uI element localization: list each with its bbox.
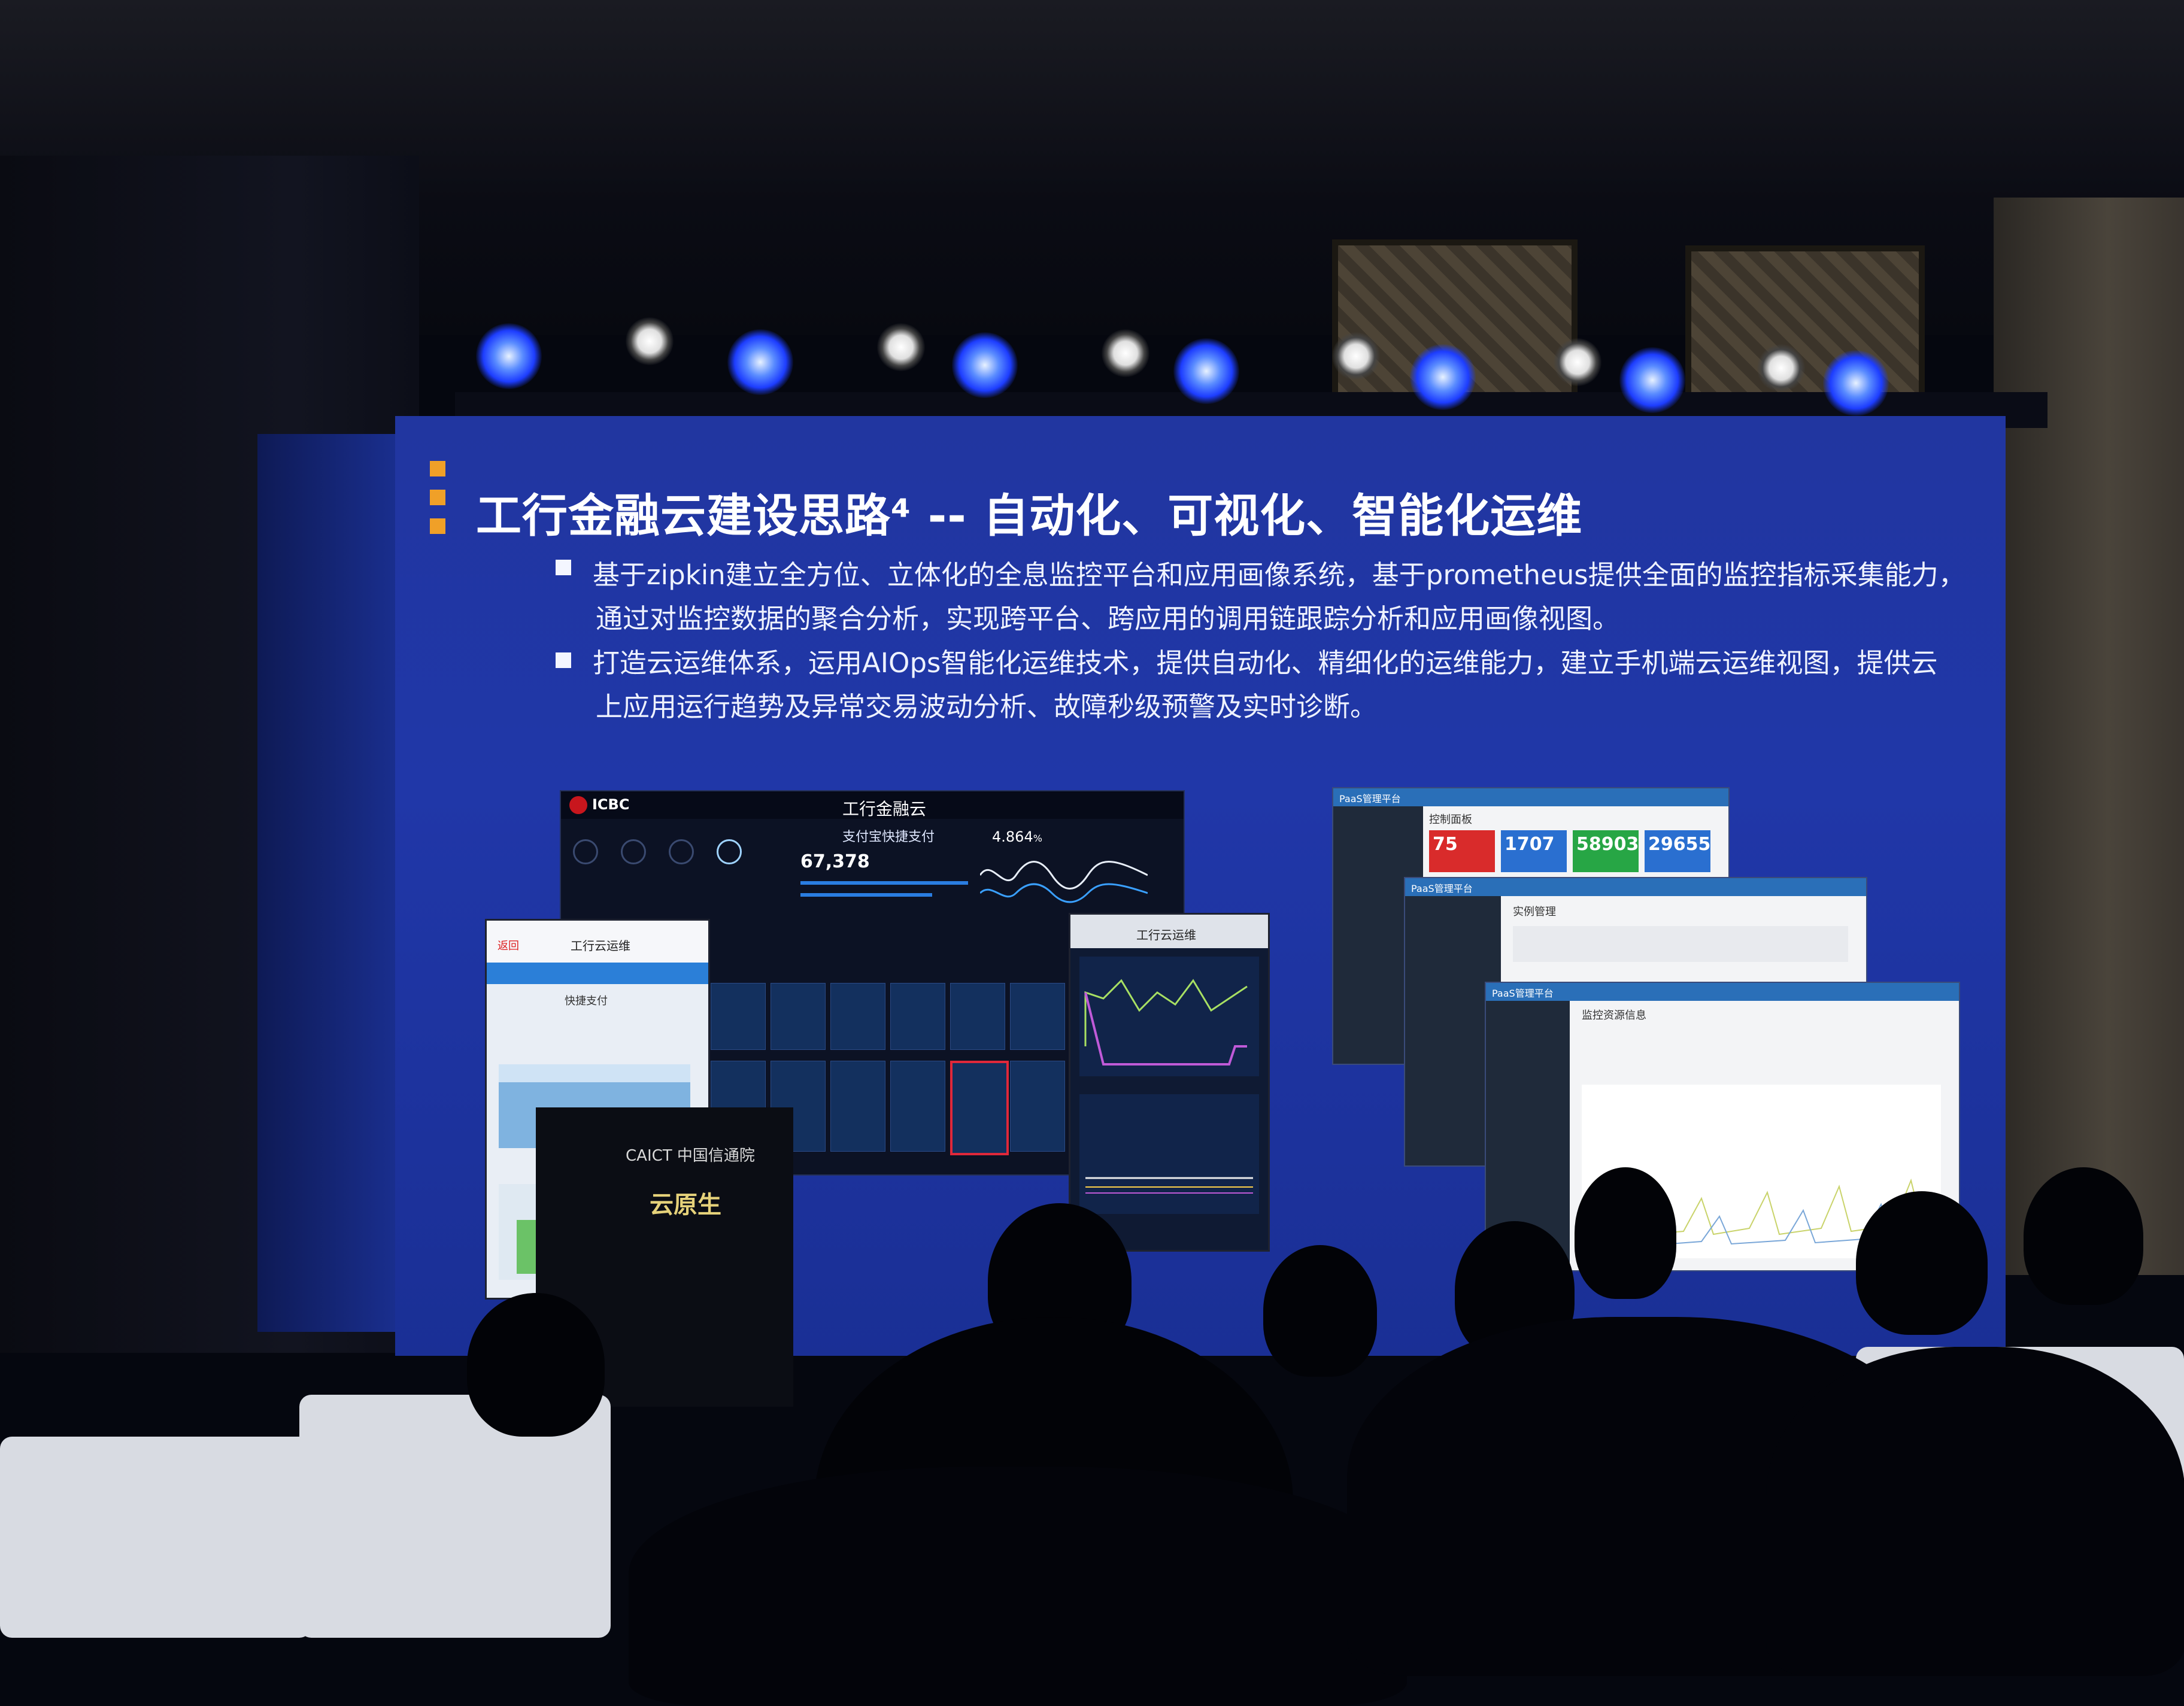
audience-head [1575,1167,1676,1299]
bullet-square-icon [556,560,571,575]
bullet-1-line-2: 通过对监控数据的聚合分析，实现跨平台、跨应用的调用链跟踪分析和应用画像视图。 [596,603,1620,635]
stage-light-white [1757,344,1805,392]
title-marker-icon [430,490,445,505]
pc-section: 监控资源信息 [1582,1009,1646,1022]
audience-head [467,1293,605,1437]
phone-screenshot-right: 工行云运维 [1069,913,1270,1252]
metric-value: 67,378 [800,851,870,872]
pc-section: 实例管理 [1513,906,1556,918]
phone-line-chart-2 [1079,1094,1259,1214]
stage-light-white [1102,329,1149,377]
banner-main: 云原生 [650,1191,721,1219]
progress-bar [800,893,932,897]
metric-pct: 4.864% [992,828,1042,845]
bullet-1-line-1: 基于zipkin建立全方位、立体化的全息监控平台和应用画像系统，基于promet… [593,559,1965,591]
audience-body [629,1467,1407,1706]
dashboard-brand: ICBC [592,796,630,813]
stage-light-blue [1823,350,1889,416]
phone-tab-bar [487,963,708,984]
back-button: 返回 [498,940,519,952]
audience-head [2024,1167,2143,1305]
banner-top: CAICT 中国信通院 [626,1147,755,1165]
right-wall [1994,198,2184,1275]
bullet-2-line-1: 打造云运维体系，运用AIOps智能化运维技术，提供自动化、精细化的运维能力，建立… [593,647,1938,679]
bullet-square-icon [556,652,571,668]
screen-side-panel [257,434,401,1332]
pc-section: 控制面板 [1429,813,1472,826]
kpi-card: 75 [1429,830,1495,872]
stage-light-white [626,317,674,365]
kpi-card: 29655 [1645,830,1710,872]
stage-light-blue [727,329,793,395]
icbc-logo-icon [569,796,587,814]
dashboard-title: 工行金融云 [842,799,927,819]
pc-title: PaaS管理平台 [1339,793,1401,805]
stage-light-white [1332,332,1380,380]
stage-light-blue [476,323,542,389]
phone-title: 工行云运维 [571,939,630,953]
slide-title: 工行金融云建设思路⁴ -- 自动化、可视化、智能化运维 [476,489,1583,542]
panel-title: 支付宝快捷支付 [842,830,935,845]
stage-light-blue [952,332,1018,398]
phone-line-chart [1079,957,1259,1076]
pc-title: PaaS管理平台 [1492,988,1554,999]
wave-chart [980,861,1148,903]
stage-light-white [1554,338,1601,386]
gauge-row [573,833,788,869]
bullet-2-line-2: 上应用运行趋势及异常交易波动分析、故障秒级预警及实时诊断。 [596,691,1378,723]
title-marker-icon [430,518,445,534]
audience-head [1856,1191,1988,1335]
audience-chair [0,1437,311,1638]
stage-light-blue [1410,344,1476,410]
progress-bar [800,881,968,885]
audience-head [1263,1245,1377,1377]
stage-light-blue [1619,347,1685,413]
kpi-card: 1707 [1501,830,1567,872]
phone-subtitle: 快捷支付 [565,995,608,1007]
phone-right-title: 工行云运维 [1136,928,1196,942]
audience-body [1766,1347,2184,1676]
stage-light-white [877,323,925,371]
stage-light-blue [1173,338,1239,404]
pc-title: PaaS管理平台 [1411,883,1473,894]
title-marker-icon [430,461,445,476]
kpi-card: 58903 [1573,830,1639,872]
